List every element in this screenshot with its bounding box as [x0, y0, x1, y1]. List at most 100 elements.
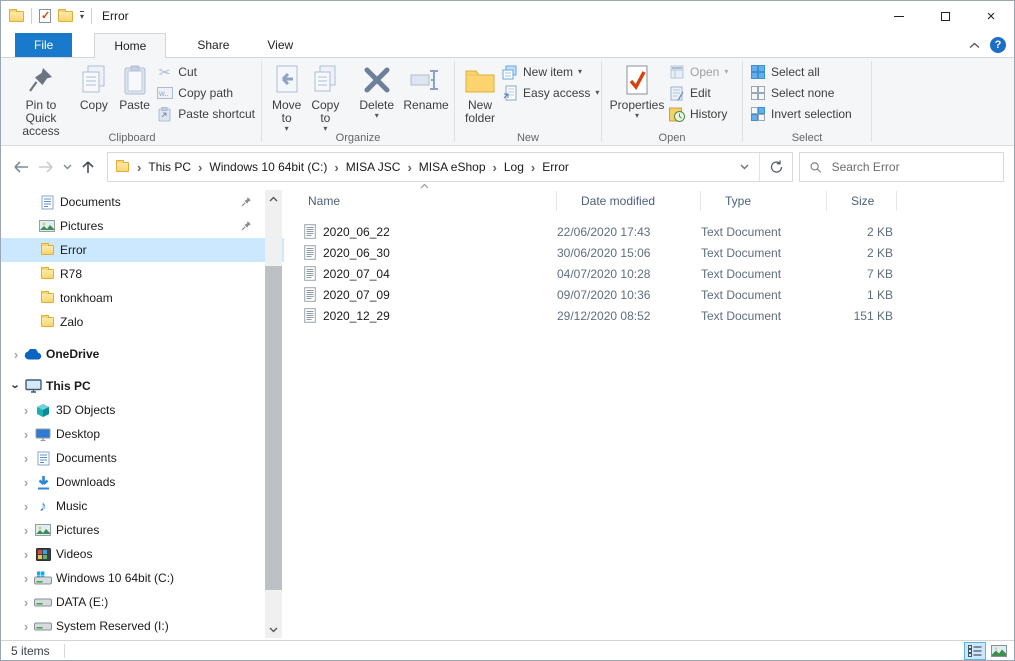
maximize-button[interactable] [922, 1, 968, 31]
forward-icon[interactable] [38, 161, 54, 173]
large-icons-view-button[interactable] [988, 642, 1010, 660]
table-row[interactable]: 2020_12_29 29/12/2020 08:52 Text Documen… [284, 305, 1014, 326]
sidebar-item-r78[interactable]: R78 [1, 262, 284, 286]
chevron-right-icon[interactable]: › [19, 595, 33, 610]
copy-path-button[interactable]: w.. Copy path [156, 85, 255, 101]
breadcrumb-misa-eshop[interactable]: MISA eShop [416, 158, 489, 176]
refresh-button[interactable] [759, 153, 792, 181]
address-bar[interactable]: › This PC › Windows 10 64bit (C:) › MISA… [107, 152, 793, 182]
close-icon: × [986, 7, 996, 25]
new-item-button[interactable]: New item ▾ [501, 64, 599, 80]
chevron-right-icon[interactable]: › [19, 499, 33, 514]
paste-button[interactable]: Paste [115, 61, 155, 114]
tab-file[interactable]: File [15, 33, 73, 57]
chevron-right-icon[interactable]: › [19, 571, 33, 586]
scrollbar-thumb[interactable] [265, 266, 282, 590]
chevron-right-icon[interactable]: › [19, 523, 33, 538]
invert-selection-button[interactable]: Invert selection [749, 106, 852, 122]
column-header-size[interactable]: Size [827, 191, 897, 211]
sidebar-scrollbar[interactable] [265, 190, 282, 638]
dropdown-caret-icon: ▾ [578, 67, 583, 76]
close-button[interactable]: × [968, 1, 1014, 31]
minimize-button[interactable] [876, 1, 922, 31]
recent-locations-icon[interactable] [63, 164, 72, 170]
column-header-name[interactable]: Name [284, 183, 557, 211]
tab-home[interactable]: Home [94, 33, 167, 58]
sidebar-item-tonkhoam[interactable]: tonkhoam [1, 286, 284, 310]
sidebar-item-drive-e[interactable]: › DATA (E:) [1, 590, 284, 614]
column-header-type[interactable]: Type [701, 191, 827, 211]
sidebar-item-music[interactable]: › ♪ Music [1, 494, 284, 518]
sidebar-item-zalo[interactable]: Zalo [1, 310, 284, 334]
chevron-right-icon[interactable]: › [19, 427, 33, 442]
sidebar-item-error[interactable]: Error [1, 238, 284, 262]
details-view-icon [968, 645, 982, 657]
sidebar-item-videos[interactable]: › Videos [1, 542, 284, 566]
delete-button[interactable]: Delete ▾ [355, 61, 398, 122]
rename-button[interactable]: Rename [400, 61, 452, 114]
breadcrumb-misa-jsc[interactable]: MISA JSC [343, 158, 404, 176]
breadcrumb-log[interactable]: Log [501, 158, 527, 176]
select-none-button[interactable]: Select none [749, 85, 852, 101]
properties-button[interactable]: Properties ▾ [608, 61, 666, 122]
chevron-right-icon[interactable]: › [19, 403, 33, 418]
edit-button[interactable]: Edit [668, 85, 728, 101]
scroll-up-icon[interactable] [265, 190, 282, 207]
copy-to-button[interactable]: Copy to ▾ [307, 61, 343, 135]
table-row[interactable]: 2020_06_30 30/06/2020 15:06 Text Documen… [284, 242, 1014, 263]
move-to-button[interactable]: Move to ▾ [268, 61, 305, 135]
new-folder-qat-icon[interactable] [58, 8, 73, 22]
table-row[interactable]: 2020_06_22 22/06/2020 17:43 Text Documen… [284, 221, 1014, 242]
chevron-right-icon[interactable]: › [19, 619, 33, 634]
history-button[interactable]: History [668, 106, 728, 122]
new-folder-icon [465, 63, 495, 97]
search-box[interactable] [799, 152, 1004, 182]
chevron-expanded-icon[interactable]: › [9, 379, 24, 393]
sidebar-item-pictures[interactable]: › Pictures [1, 518, 284, 542]
sidebar-item-this-pc[interactable]: › This PC [1, 374, 284, 398]
back-icon[interactable] [13, 161, 29, 173]
sidebar-item-drive-c[interactable]: › Windows 10 64bit (C:) [1, 566, 284, 590]
tab-share[interactable]: Share [178, 33, 248, 57]
sidebar-item-onedrive[interactable]: › OneDrive [1, 342, 284, 366]
details-view-button[interactable] [964, 642, 986, 660]
sidebar-item-pictures-quick[interactable]: Pictures [1, 214, 284, 238]
sidebar-item-downloads[interactable]: › Downloads [1, 470, 284, 494]
open-button[interactable]: Open ▾ [668, 64, 728, 80]
cut-button[interactable]: ✂ Cut [156, 64, 255, 80]
sidebar-item-documents-quick[interactable]: Documents [1, 190, 284, 214]
help-icon[interactable]: ? [990, 37, 1006, 53]
tab-view[interactable]: View [248, 33, 312, 57]
sidebar-item-3d-objects[interactable]: › 3D Objects [1, 398, 284, 422]
search-input[interactable] [829, 159, 993, 175]
file-date: 09/07/2020 10:36 [557, 287, 651, 302]
paste-shortcut-button[interactable]: Paste shortcut [156, 106, 255, 122]
text-document-icon [304, 308, 316, 323]
select-all-button[interactable]: Select all [749, 64, 852, 80]
address-dropdown-icon[interactable] [730, 164, 759, 170]
table-row[interactable]: 2020_07_04 04/07/2020 10:28 Text Documen… [284, 263, 1014, 284]
chevron-right-icon[interactable]: › [19, 451, 33, 466]
new-folder-button[interactable]: New folder [461, 61, 499, 127]
breadcrumb-error[interactable]: Error [539, 158, 572, 176]
table-row[interactable]: 2020_07_09 09/07/2020 10:36 Text Documen… [284, 284, 1014, 305]
chevron-right-icon[interactable]: › [19, 475, 33, 490]
breadcrumb-separator: › [137, 159, 142, 175]
qat-customize-dropdown-icon[interactable]: ▾ [80, 11, 85, 21]
column-header-date-modified[interactable]: Date modified [557, 191, 701, 211]
sidebar-item-documents[interactable]: › Documents [1, 446, 284, 470]
easy-access-button[interactable]: Easy access ▾ [501, 85, 599, 101]
sidebar-item-desktop[interactable]: › Desktop [1, 422, 284, 446]
history-icon [668, 106, 685, 122]
breadcrumb-this-pc[interactable]: This PC [145, 158, 194, 176]
scroll-down-icon[interactable] [265, 621, 282, 638]
collapse-ribbon-icon[interactable] [969, 42, 980, 49]
chevron-right-icon[interactable]: › [9, 347, 23, 362]
pin-to-quick-access-button[interactable]: Pin to Quick access [9, 61, 73, 140]
breadcrumb-drive-c[interactable]: Windows 10 64bit (C:) [206, 158, 330, 176]
sidebar-item-drive-i[interactable]: › System Reserved (I:) [1, 614, 284, 638]
up-icon[interactable] [81, 160, 95, 174]
chevron-right-icon[interactable]: › [19, 547, 33, 562]
copy-button[interactable]: Copy [75, 61, 113, 114]
properties-qat-icon[interactable] [39, 9, 51, 23]
